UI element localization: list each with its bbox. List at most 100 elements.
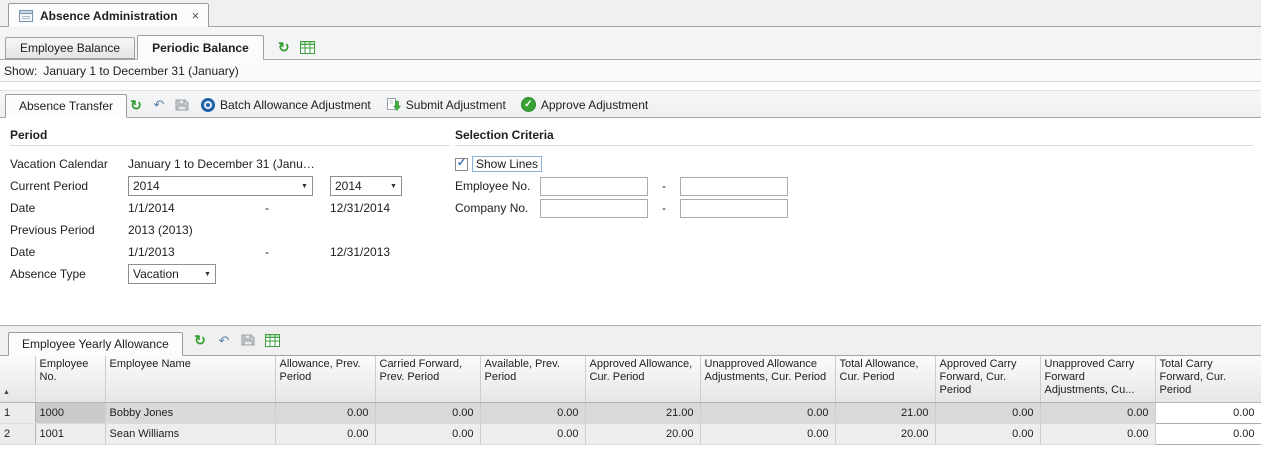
absence-type-label: Absence Type [10, 267, 128, 281]
grid-view-button[interactable] [264, 332, 280, 348]
close-tab-icon[interactable]: × [192, 9, 200, 22]
col-header-employee-no[interactable]: Employee No. [35, 356, 105, 402]
row-number[interactable]: 1 [0, 402, 35, 423]
cell-allowance-prev[interactable]: 0.00 [275, 423, 375, 444]
undo-button[interactable]: ↶ [151, 97, 167, 113]
submit-adjustment-button[interactable]: Submit Adjustment [382, 95, 510, 114]
cell-approved-allowance-cur[interactable]: 20.00 [585, 423, 700, 444]
cell-available-prev[interactable]: 0.00 [480, 423, 585, 444]
batch-adjustment-icon [201, 98, 215, 112]
cell-unapproved-carry-forward-adj[interactable]: 0.00 [1040, 423, 1155, 444]
company-no-from-input[interactable] [540, 199, 648, 218]
row-number[interactable]: 2 [0, 423, 35, 444]
undo-icon: ↶ [219, 334, 230, 347]
spacer [0, 82, 1261, 90]
header-row: ▲ Employee No. Employee Name Allowance, … [0, 356, 1261, 402]
employee-yearly-allowance-section: Employee Yearly Allowance ↻ ↶ [0, 325, 1261, 460]
col-header-allowance-prev[interactable]: Allowance, Prev. Period [275, 356, 375, 402]
toolbar-buttons: ↻ ↶ Batch Allowance Adjustment Submit Ad… [128, 91, 652, 118]
col-header-available-prev[interactable]: Available, Prev. Period [480, 356, 585, 402]
refresh-button[interactable]: ↻ [128, 97, 144, 113]
divider [10, 145, 450, 146]
col-header-total-allowance-cur[interactable]: Total Allowance, Cur. Period [835, 356, 935, 402]
allowance-table-wrap: ▲ Employee No. Employee Name Allowance, … [0, 355, 1261, 460]
current-date-label: Date [10, 201, 128, 215]
batch-allowance-adjustment-label: Batch Allowance Adjustment [220, 98, 371, 112]
batch-allowance-adjustment-button[interactable]: Batch Allowance Adjustment [197, 96, 375, 114]
col-header-unapproved-allowance-adj[interactable]: Unapproved Allowance Adjustments, Cur. P… [700, 356, 835, 402]
refresh-icon: ↻ [194, 333, 206, 347]
col-header-unapproved-carry-forward-adj[interactable]: Unapproved Carry Forward Adjustments, Cu… [1040, 356, 1155, 402]
col-header-employee-name[interactable]: Employee Name [105, 356, 275, 402]
tab-employee-yearly-allowance[interactable]: Employee Yearly Allowance [8, 332, 183, 356]
tab-employee-balance[interactable]: Employee Balance [5, 37, 135, 59]
date-range-separator: - [265, 245, 330, 259]
show-value[interactable]: January 1 to December 31 (January) [43, 64, 238, 78]
previous-date-from: 1/1/2013 [128, 245, 265, 259]
current-period-select-2[interactable]: 2014 ▼ [330, 176, 402, 196]
refresh-button[interactable]: ↻ [276, 39, 292, 55]
current-date-to: 12/31/2014 [330, 201, 390, 215]
table-row[interactable]: 1 1000 Bobby Jones 0.00 0.00 0.00 21.00 … [0, 402, 1261, 423]
page-tab-tools: ↻ [276, 39, 316, 55]
vacation-calendar-value[interactable]: January 1 to December 31 (Janu… [128, 157, 315, 171]
chevron-down-icon: ▼ [386, 183, 401, 190]
cell-employee-name[interactable]: Sean Williams [105, 423, 275, 444]
col-header-carried-forward-prev[interactable]: Carried Forward, Prev. Period [375, 356, 480, 402]
tab-periodic-balance[interactable]: Periodic Balance [137, 35, 264, 60]
sort-ascending-icon: ▲ [3, 386, 10, 399]
col-header-approved-carry-forward[interactable]: Approved Carry Forward, Cur. Period [935, 356, 1040, 402]
current-date-from: 1/1/2014 [128, 201, 265, 215]
save-icon [241, 333, 255, 347]
cell-total-allowance-cur[interactable]: 20.00 [835, 423, 935, 444]
cell-approved-carry-forward[interactable]: 0.00 [935, 423, 1040, 444]
current-date-row: Date 1/1/2014 - 12/31/2014 [10, 197, 450, 219]
approve-adjustment-button[interactable]: ✓ Approve Adjustment [517, 95, 652, 114]
periodic-balance-panel: Period Vacation Calendar January 1 to De… [0, 118, 1261, 325]
cell-carried-forward-prev[interactable]: 0.00 [375, 423, 480, 444]
refresh-icon: ↻ [278, 40, 290, 54]
cell-total-carry-forward[interactable]: 0.00 [1155, 402, 1261, 423]
cell-employee-no[interactable]: 1000 [35, 402, 105, 423]
previous-period-value: 2013 (2013) [128, 223, 193, 237]
save-button[interactable] [174, 97, 190, 113]
employee-no-from-input[interactable] [540, 177, 648, 196]
tab-absence-transfer[interactable]: Absence Transfer [5, 94, 127, 118]
cell-allowance-prev[interactable]: 0.00 [275, 402, 375, 423]
tab-absence-transfer-label: Absence Transfer [19, 99, 113, 113]
tab-employee-yearly-allowance-label: Employee Yearly Allowance [22, 337, 169, 351]
absence-type-select[interactable]: Vacation ▼ [128, 264, 216, 284]
grid-view-button[interactable] [300, 39, 316, 55]
current-period-select-1[interactable]: 2014 ▼ [128, 176, 313, 196]
cell-unapproved-allowance-adj[interactable]: 0.00 [700, 402, 835, 423]
col-header-total-carry-forward[interactable]: Total Carry Forward, Cur. Period [1155, 356, 1261, 402]
grid-icon [265, 334, 280, 347]
company-no-to-input[interactable] [680, 199, 788, 218]
cell-approved-allowance-cur[interactable]: 21.00 [585, 402, 700, 423]
col-header-approved-allowance-cur[interactable]: Approved Allowance, Cur. Period [585, 356, 700, 402]
cell-total-allowance-cur[interactable]: 21.00 [835, 402, 935, 423]
allowance-table: ▲ Employee No. Employee Name Allowance, … [0, 356, 1261, 445]
previous-date-row: Date 1/1/2013 - 12/31/2013 [10, 241, 450, 263]
undo-button[interactable]: ↶ [216, 332, 232, 348]
table-row[interactable]: 2 1001 Sean Williams 0.00 0.00 0.00 20.0… [0, 423, 1261, 444]
cell-employee-name[interactable]: Bobby Jones [105, 402, 275, 423]
rownum-header[interactable]: ▲ [0, 356, 35, 402]
document-tab-absence-administration[interactable]: Absence Administration × [8, 3, 209, 27]
cell-unapproved-allowance-adj[interactable]: 0.00 [700, 423, 835, 444]
cell-available-prev[interactable]: 0.00 [480, 402, 585, 423]
show-lines-checkbox[interactable]: ✓ [455, 158, 468, 171]
show-lines-label[interactable]: Show Lines [472, 156, 542, 172]
cell-approved-carry-forward[interactable]: 0.00 [935, 402, 1040, 423]
selection-criteria-group: Selection Criteria ✓ Show Lines Employee… [450, 128, 1253, 325]
cell-employee-no[interactable]: 1001 [35, 423, 105, 444]
save-icon [175, 98, 189, 112]
show-filter-bar: Show: January 1 to December 31 (January) [0, 60, 1261, 82]
cell-total-carry-forward[interactable]: 0.00 [1155, 423, 1261, 444]
chevron-down-icon: ▼ [200, 271, 215, 278]
refresh-button[interactable]: ↻ [192, 332, 208, 348]
save-button[interactable] [240, 332, 256, 348]
cell-unapproved-carry-forward-adj[interactable]: 0.00 [1040, 402, 1155, 423]
cell-carried-forward-prev[interactable]: 0.00 [375, 402, 480, 423]
employee-no-to-input[interactable] [680, 177, 788, 196]
